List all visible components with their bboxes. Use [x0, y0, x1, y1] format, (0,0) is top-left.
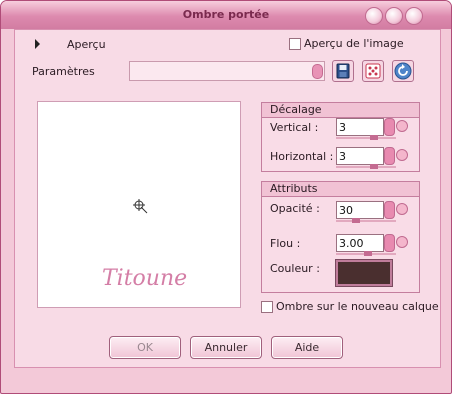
vertical-slider-thumb[interactable] — [370, 135, 378, 140]
dialog-window: Ombre portée Aperçu Aperçu de l'image Pa… — [0, 0, 452, 394]
horizontal-slider-thumb[interactable] — [370, 164, 378, 169]
blur-reset-knob[interactable] — [396, 236, 408, 248]
opacity-arrows[interactable] — [384, 201, 395, 219]
expand-arrow-icon[interactable] — [35, 39, 40, 49]
maximize-button[interactable] — [385, 7, 403, 25]
offset-title: Décalage — [270, 103, 322, 116]
color-label: Couleur : — [270, 262, 320, 275]
dice-icon — [365, 63, 381, 79]
help-button[interactable]: Aide — [271, 336, 343, 359]
horizontal-reset-knob[interactable] — [396, 149, 408, 161]
horizontal-input[interactable] — [336, 147, 384, 165]
opacity-input[interactable] — [336, 201, 384, 219]
params-label: Paramètres — [32, 65, 95, 78]
shadow-color-swatch[interactable] — [336, 260, 392, 286]
floppy-save-icon — [336, 63, 350, 79]
crosshair-icon[interactable] — [132, 198, 148, 214]
horizontal-slider[interactable] — [336, 166, 396, 168]
horizontal-label: Horizontal : — [270, 150, 334, 163]
watermark-signature: Titoune — [102, 266, 188, 291]
vertical-slider[interactable] — [336, 137, 396, 139]
close-button[interactable] — [405, 7, 423, 25]
reset-arrow-icon — [394, 62, 412, 80]
ok-button[interactable]: OK — [109, 336, 181, 359]
horizontal-arrows[interactable] — [384, 147, 395, 165]
window-title: Ombre portée — [182, 8, 270, 21]
save-preset-button[interactable] — [332, 60, 354, 82]
vertical-reset-knob[interactable] — [396, 120, 408, 132]
attributes-title: Attributs — [270, 182, 318, 195]
preview-toggle-label[interactable]: Aperçu — [67, 38, 106, 51]
preview-image-label: Aperçu de l'image — [304, 37, 404, 50]
new-layer-label: Ombre sur le nouveau calque — [276, 300, 439, 313]
opacity-label: Opacité : — [270, 202, 320, 215]
opacity-slider[interactable] — [336, 220, 396, 222]
reset-button[interactable] — [392, 60, 414, 82]
blur-input[interactable] — [336, 234, 384, 252]
vertical-input[interactable] — [336, 118, 384, 136]
vertical-arrows[interactable] — [384, 118, 395, 136]
preset-dropdown-button[interactable] — [312, 64, 323, 79]
cancel-button[interactable]: Annuler — [190, 336, 262, 359]
opacity-reset-knob[interactable] — [396, 203, 408, 215]
preset-combo[interactable] — [129, 61, 325, 81]
preview-image-checkbox[interactable] — [289, 38, 301, 50]
blur-arrows[interactable] — [384, 234, 395, 252]
random-button[interactable] — [362, 60, 384, 82]
title-bar[interactable]: Ombre portée — [1, 1, 451, 29]
opacity-slider-thumb[interactable] — [352, 218, 360, 223]
blur-label: Flou : — [270, 237, 301, 250]
minimize-button[interactable] — [365, 7, 383, 25]
vertical-label: Vertical : — [270, 121, 319, 134]
blur-slider-thumb[interactable] — [364, 251, 372, 256]
new-layer-checkbox[interactable] — [261, 301, 273, 313]
preview-canvas[interactable]: Titoune — [37, 101, 241, 308]
